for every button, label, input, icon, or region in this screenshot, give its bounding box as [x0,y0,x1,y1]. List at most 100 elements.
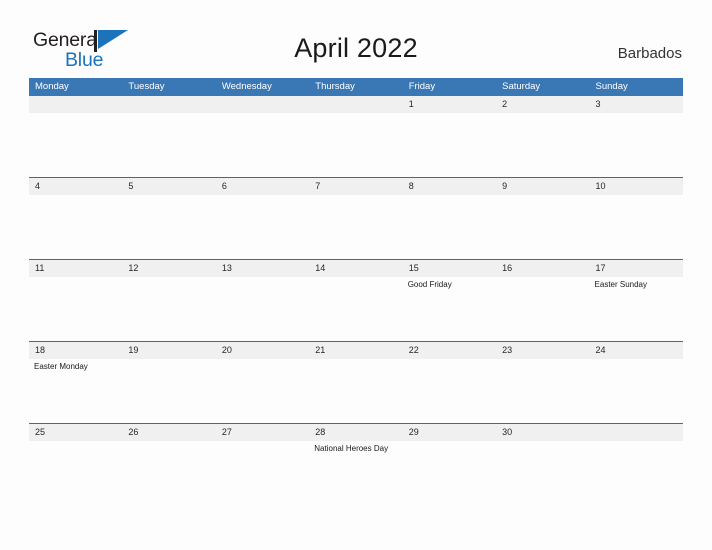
day-number[interactable]: 14 [309,260,402,277]
calendar-page: General Blue April 2022 Barbados Monday … [0,0,712,550]
week-date-numbers: 4 5 6 7 8 9 10 [29,178,683,195]
weekday-header-row: Monday Tuesday Wednesday Thursday Friday… [29,78,683,96]
day-number[interactable]: 2 [496,96,589,113]
week-date-numbers: 1 2 3 [29,96,683,113]
day-number[interactable]: 27 [216,424,309,441]
weekday-header-monday: Monday [35,81,69,92]
day-number[interactable]: 7 [309,178,402,195]
week-event-row [29,113,683,177]
page-title: April 2022 [294,33,418,63]
day-cell[interactable] [590,359,683,423]
day-cell[interactable] [122,195,215,259]
day-cell[interactable] [590,195,683,259]
day-cell[interactable] [309,113,402,177]
day-number[interactable]: 3 [590,96,683,113]
week-date-numbers: 11 12 13 14 15 16 17 [29,260,683,277]
day-number[interactable]: 1 [403,96,496,113]
day-cell[interactable] [29,277,122,341]
day-cell[interactable] [496,277,589,341]
country-label: Barbados [617,45,682,62]
day-cell[interactable] [590,113,683,177]
day-cell[interactable] [216,359,309,423]
day-number[interactable] [309,96,402,113]
weekday-header-thursday: Thursday [315,81,355,92]
day-number[interactable]: 17 [590,260,683,277]
calendar-week-row: 11 12 13 14 15 16 17 Good Friday Easter … [29,259,683,341]
day-number[interactable]: 22 [403,342,496,359]
day-cell[interactable] [403,441,496,505]
event-label: Easter Sunday [594,280,648,289]
day-number[interactable] [29,96,122,113]
day-number[interactable]: 9 [496,178,589,195]
week-event-row: National Heroes Day [29,441,683,505]
weekday-header-friday: Friday [408,81,436,92]
calendar-week-row: 18 19 20 21 22 23 24 Easter Monday [29,341,683,423]
day-number[interactable] [590,424,683,441]
day-cell[interactable] [216,113,309,177]
week-event-row [29,195,683,259]
day-number[interactable]: 16 [496,260,589,277]
day-cell[interactable] [309,195,402,259]
day-cell[interactable] [216,441,309,505]
day-cell[interactable]: Good Friday [403,277,496,341]
day-number[interactable]: 12 [122,260,215,277]
day-cell[interactable] [29,113,122,177]
day-cell[interactable] [403,195,496,259]
day-number[interactable]: 23 [496,342,589,359]
day-number[interactable]: 13 [216,260,309,277]
day-number[interactable]: 4 [29,178,122,195]
day-number[interactable]: 28 [309,424,402,441]
day-cell[interactable] [496,195,589,259]
day-number[interactable]: 25 [29,424,122,441]
day-number[interactable]: 18 [29,342,122,359]
day-cell[interactable] [216,277,309,341]
event-label: Good Friday [407,280,452,289]
day-cell[interactable] [216,195,309,259]
day-number[interactable]: 24 [590,342,683,359]
calendar-grid: Monday Tuesday Wednesday Thursday Friday… [29,78,683,505]
day-number[interactable]: 5 [122,178,215,195]
day-cell[interactable] [403,359,496,423]
week-date-numbers: 18 19 20 21 22 23 24 [29,342,683,359]
day-number[interactable]: 21 [309,342,402,359]
day-cell[interactable] [496,113,589,177]
day-number[interactable]: 26 [122,424,215,441]
day-cell[interactable] [309,277,402,341]
day-number[interactable]: 19 [122,342,215,359]
day-cell[interactable] [496,359,589,423]
day-cell[interactable]: Easter Monday [29,359,122,423]
day-cell[interactable] [122,113,215,177]
day-number[interactable]: 10 [590,178,683,195]
weekday-header-sunday: Sunday [595,81,628,92]
day-cell[interactable] [29,441,122,505]
day-number[interactable]: 15 [403,260,496,277]
day-cell[interactable] [590,441,683,505]
weekday-header-wednesday: Wednesday [221,81,272,92]
event-label: Easter Monday [34,362,88,371]
day-cell[interactable] [29,195,122,259]
weekday-header-tuesday: Tuesday [128,81,165,92]
week-event-row: Easter Monday [29,359,683,423]
week-date-numbers: 25 26 27 28 29 30 [29,424,683,441]
week-event-row: Good Friday Easter Sunday [29,277,683,341]
day-number[interactable]: 29 [403,424,496,441]
day-cell[interactable] [122,441,215,505]
day-cell[interactable] [122,277,215,341]
day-number[interactable] [122,96,215,113]
day-number[interactable] [216,96,309,113]
event-label: National Heroes Day [314,444,389,453]
day-cell[interactable] [122,359,215,423]
day-cell[interactable] [309,359,402,423]
day-number[interactable]: 6 [216,178,309,195]
day-cell[interactable] [403,113,496,177]
day-number[interactable]: 11 [29,260,122,277]
calendar-week-row: 25 26 27 28 29 30 National Heroes Day [29,423,683,505]
page-header: General Blue April 2022 Barbados [0,0,712,78]
day-cell[interactable]: National Heroes Day [309,441,402,505]
day-number[interactable]: 8 [403,178,496,195]
day-number[interactable]: 30 [496,424,589,441]
day-cell[interactable] [496,441,589,505]
day-number[interactable]: 20 [216,342,309,359]
calendar-week-row: 4 5 6 7 8 9 10 [29,177,683,259]
day-cell[interactable]: Easter Sunday [590,277,683,341]
